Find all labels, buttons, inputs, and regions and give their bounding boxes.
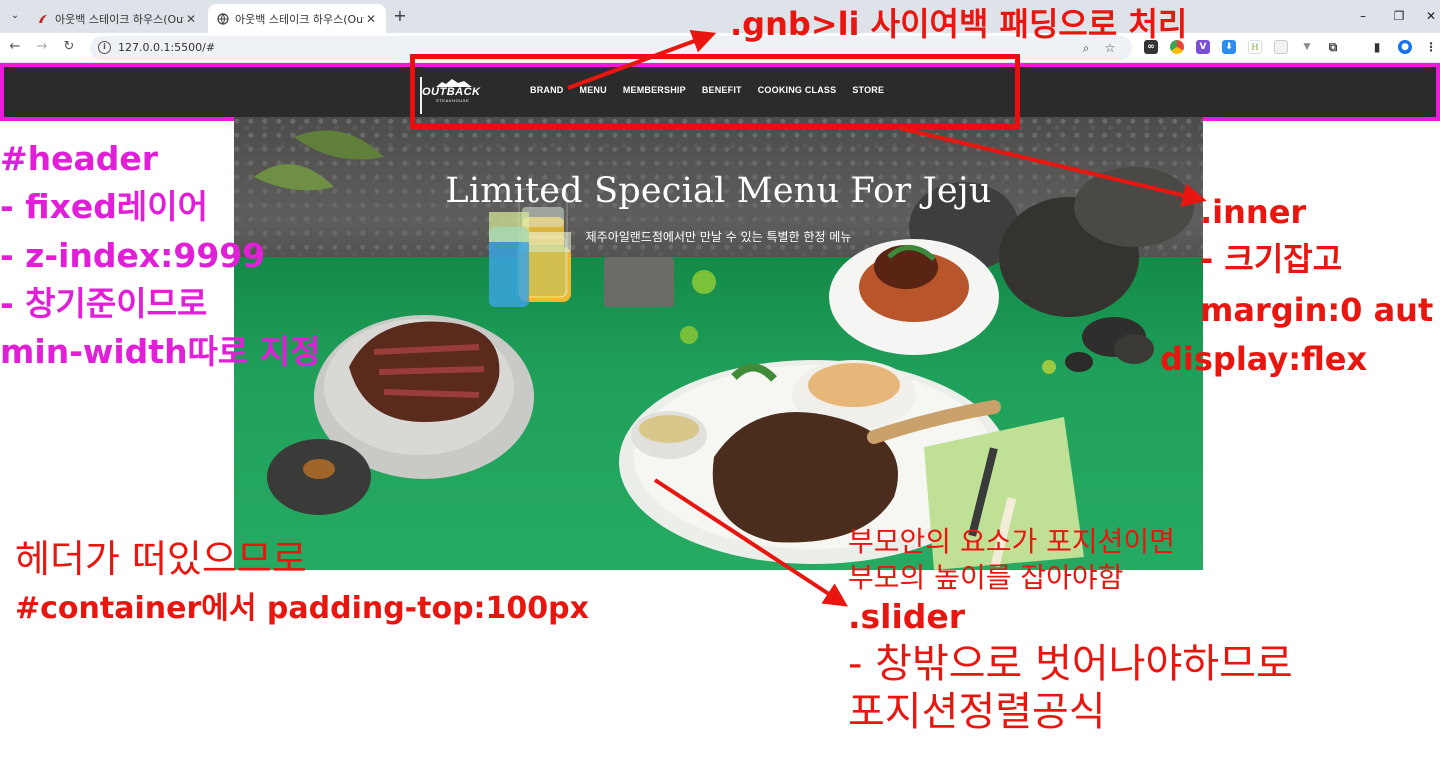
inner-note-title: .inner xyxy=(1200,193,1307,231)
header-note-line: - 창기준이므로 xyxy=(0,284,208,323)
header-note-line: - fixed레이어 xyxy=(0,187,209,226)
slider-parent-note: 부모안의 요소가 포지션이면 xyxy=(848,525,1175,558)
container-note-line: #container에서 padding-top:100px xyxy=(15,591,590,626)
slider-parent-note: 부모의 높이를 잡아야함 xyxy=(848,561,1124,594)
inner-note-line: - 크기잡고 xyxy=(1200,240,1343,278)
header-note-line: min-width따로 지정 xyxy=(0,332,321,371)
container-note-line: 헤더가 떠있으므로 xyxy=(15,537,307,581)
slider-note-line: - 창밖으로 벗어나야하므로 xyxy=(848,641,1293,687)
header-note-title: #header xyxy=(0,139,159,178)
slider-note-title: .slider xyxy=(848,597,966,636)
header-note-line: - z-index:9999 xyxy=(0,236,266,275)
slider-note-line: 포지션정렬공식 xyxy=(848,689,1106,735)
inner-note-line: display:flex xyxy=(1160,340,1368,378)
gnb-note: .gnb>li 사이여백 패딩으로 처리 xyxy=(730,5,1188,43)
inner-note-line: margin:0 aut xyxy=(1200,291,1434,329)
